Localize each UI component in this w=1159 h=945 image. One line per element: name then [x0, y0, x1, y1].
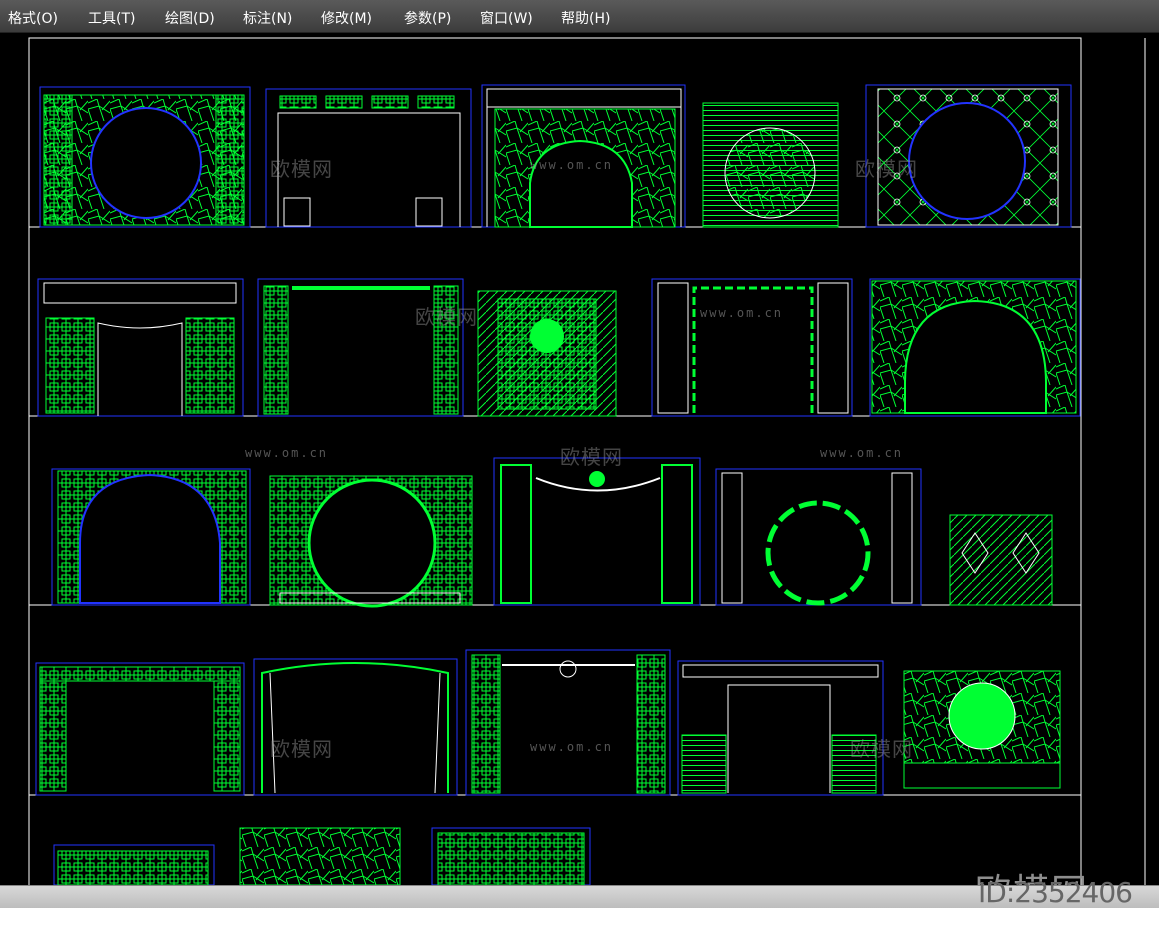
- menu-parameters[interactable]: 参数(P): [404, 8, 451, 28]
- watermark-brand: 欧模网: [270, 157, 333, 181]
- menu-draw[interactable]: 绘图(D): [165, 8, 215, 28]
- menu-window[interactable]: 窗口(W): [480, 8, 533, 28]
- watermark-url: www.om.cn: [530, 158, 614, 172]
- door-drawing-20: [903, 670, 1061, 789]
- watermark-brand: 欧模网: [850, 737, 913, 761]
- menu-tools[interactable]: 工具(T): [88, 8, 135, 28]
- watermark-brand: 欧模网: [415, 305, 478, 329]
- door-drawing-7: [257, 278, 464, 417]
- door-drawing-10: [869, 278, 1081, 417]
- watermark-url: www.om.cn: [700, 306, 784, 320]
- watermark-id: ID:2352406: [978, 876, 1133, 909]
- door-drawing-21: [53, 844, 215, 885]
- watermark-url: www.om.cn: [245, 446, 329, 460]
- door-drawing-12: [269, 475, 473, 608]
- menu-help[interactable]: 帮助(H): [561, 8, 610, 28]
- door-drawing-23: [431, 827, 591, 885]
- door-drawing-6: [37, 278, 244, 417]
- door-drawing-18: [465, 649, 671, 796]
- door-drawing-11: [51, 468, 251, 606]
- menu-dimension[interactable]: 标注(N): [243, 8, 292, 28]
- watermark-brand: 欧模网: [270, 737, 333, 761]
- watermark-brand: 欧模网: [560, 445, 623, 469]
- door-drawing-4: [702, 102, 839, 228]
- door-drawing-17: [253, 658, 458, 796]
- door-drawing-9: [651, 278, 853, 417]
- door-drawing-13: [493, 457, 701, 606]
- door-drawing-8: [477, 290, 617, 417]
- door-drawing-16: [35, 662, 245, 796]
- door-drawing-19: [677, 660, 884, 796]
- drawing-canvas[interactable]: www.om.cn 欧模网 欧模网 www.om.cn 欧模网 www.om.c…: [0, 33, 1159, 885]
- door-drawing-14: [715, 468, 922, 606]
- door-drawing-3: [481, 84, 686, 228]
- door-drawing-15: [949, 514, 1053, 606]
- menu-bar: 格式(O) 工具(T) 绘图(D) 标注(N) 修改(M) 参数(P) 窗口(W…: [0, 0, 1159, 33]
- watermark-url: www.om.cn: [530, 740, 614, 754]
- menu-modify[interactable]: 修改(M): [321, 8, 372, 28]
- door-drawing-22: [239, 827, 401, 885]
- door-drawing-1: [39, 86, 251, 228]
- menu-format[interactable]: 格式(O): [8, 8, 58, 28]
- watermark-url: www.om.cn: [820, 446, 904, 460]
- watermark-brand: 欧模网: [855, 157, 918, 181]
